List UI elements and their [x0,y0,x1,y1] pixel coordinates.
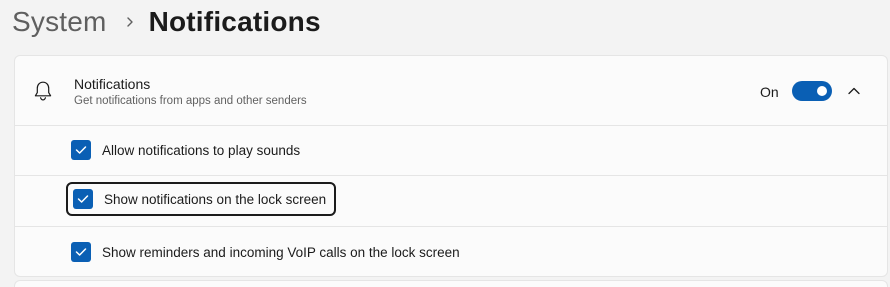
toggle-knob [817,86,827,96]
lock-screen-notifications-checkbox[interactable]: Show notifications on the lock screen [66,182,337,216]
reminders-voip-checkbox[interactable]: Show reminders and incoming VoIP calls o… [71,241,460,263]
breadcrumb: System Notifications [12,2,321,42]
notifications-toggle[interactable] [792,81,832,101]
option-row: Show notifications on the lock screen [15,176,887,227]
checkmark-icon [71,140,91,160]
chevron-up-icon[interactable] [844,81,864,101]
page-title: Notifications [148,6,321,37]
allow-sounds-label: Allow notifications to play sounds [102,142,301,158]
settings-page: System Notifications Notifications Get n… [0,0,890,287]
option-row: Show reminders and incoming VoIP calls o… [15,227,887,277]
next-settings-card[interactable] [14,280,888,287]
notifications-description: Get notifications from apps and other se… [74,95,307,107]
checkmark-icon [71,242,91,262]
toggle-state-label: On [760,84,779,100]
breadcrumb-parent-system[interactable]: System [12,6,107,38]
bell-icon [33,80,53,102]
lock-screen-notifications-label: Show notifications on the lock screen [104,191,327,207]
checkmark-icon [73,189,93,209]
chevron-right-icon [117,2,143,42]
notifications-header[interactable]: Notifications Get notifications from app… [15,56,887,126]
reminders-voip-label: Show reminders and incoming VoIP calls o… [102,244,460,260]
option-row: Allow notifications to play sounds [15,125,887,176]
notifications-card: Notifications Get notifications from app… [14,55,888,277]
allow-sounds-checkbox[interactable]: Allow notifications to play sounds [71,139,300,161]
notifications-title: Notifications [74,76,151,92]
